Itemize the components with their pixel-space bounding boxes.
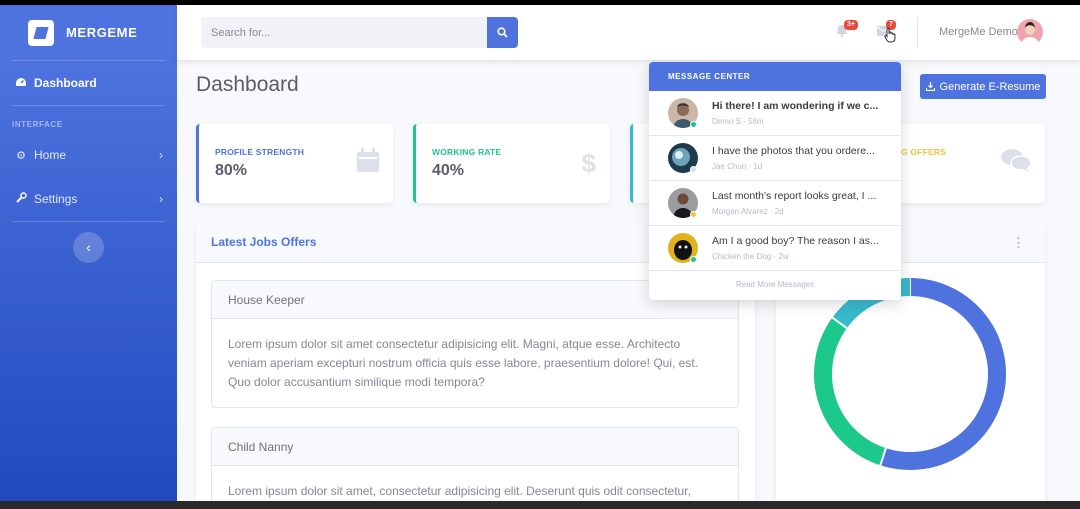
sidebar: MERGEME Dashboard INTERFACE ⚙ Home › Set… (0, 5, 177, 501)
search-group (201, 17, 518, 48)
message-center-dropdown: MESSAGE CENTER Hi there! I am wondering … (649, 62, 901, 300)
message-meta: Demo S · 58m (712, 117, 764, 126)
message-preview: Last month's report looks great, I ... (712, 190, 877, 202)
read-more-messages-link[interactable]: Read More Messages (649, 271, 901, 299)
sidebar-item-label: Home (34, 148, 67, 162)
status-indicator (690, 166, 697, 173)
sidebar-item-dashboard[interactable]: Dashboard (0, 61, 177, 105)
stat-card-profile-strength: PROFILE STRENGTH 80% (196, 124, 393, 203)
chevron-right-icon: › (159, 148, 163, 162)
user-name[interactable]: MergeMe Demo (939, 26, 1018, 38)
stat-card-hidden (630, 124, 650, 203)
message-preview: Hi there! I am wondering if we c... (712, 100, 879, 112)
brand-name: MERGEME (66, 25, 138, 40)
chevron-right-icon: › (159, 192, 163, 206)
message-preview: I have the photos that you ordere... (712, 145, 875, 157)
search-button[interactable] (487, 17, 518, 48)
donut-segment-0[interactable] (880, 278, 1006, 470)
generate-resume-label: Generate E-Resume (939, 80, 1041, 93)
wrench-icon (14, 192, 28, 206)
alerts-button[interactable]: 3+ (836, 20, 858, 40)
tachometer-icon (14, 77, 28, 90)
sidebar-toggle-button[interactable]: ‹ (73, 232, 104, 263)
alerts-badge: 3+ (844, 20, 858, 30)
message-item[interactable]: I have the photos that you ordere... Jae… (649, 136, 901, 181)
calendar-icon (357, 148, 379, 179)
sidebar-divider (12, 221, 165, 222)
app-frame: MERGEME Dashboard INTERFACE ⚙ Home › Set… (0, 5, 1080, 501)
topbar: 3+ 7 MergeMe Demo (177, 5, 1080, 60)
job-item[interactable]: Child Nanny Lorem ipsum dolor sit amet, … (211, 427, 739, 501)
cog-icon: ⚙ (16, 149, 26, 162)
brand-logo-icon (28, 19, 54, 46)
message-item[interactable]: Am I a good boy? The reason I as... Chic… (649, 226, 901, 271)
stat-label: G OFFERS (901, 147, 947, 157)
sidebar-heading: INTERFACE (12, 120, 63, 129)
message-item[interactable]: Last month's report looks great, I ... M… (649, 181, 901, 226)
message-center-header: MESSAGE CENTER (649, 62, 901, 91)
sidebar-item-label: Dashboard (34, 76, 97, 90)
user-avatar[interactable] (1017, 19, 1043, 45)
sidebar-item-home[interactable]: ⚙ Home › (0, 133, 177, 177)
stat-value: 80% (215, 162, 248, 179)
dollar-icon: $ (581, 148, 596, 178)
topbar-divider (917, 17, 918, 48)
job-description: Lorem ipsum dolor sit amet consectetur a… (228, 337, 699, 389)
page-title: Dashboard (196, 73, 299, 96)
job-description: Lorem ipsum dolor sit amet, consectetur … (228, 484, 691, 498)
status-indicator (690, 121, 697, 128)
message-meta: Morgan Alvarez · 2d (712, 207, 784, 216)
message-meta: Jae Chun · 1d (712, 162, 763, 171)
stat-value: 40% (432, 162, 465, 179)
message-meta: Chicken the Dog · 2w (712, 252, 789, 261)
search-input[interactable] (201, 17, 487, 48)
donut-segment-1[interactable] (814, 317, 887, 466)
message-preview: Am I a good boy? The reason I as... (712, 235, 879, 247)
search-icon (497, 27, 508, 38)
more-options-icon[interactable]: ⋮ (1012, 235, 1025, 251)
sidebar-item-settings[interactable]: Settings › (0, 177, 177, 221)
status-indicator (690, 256, 697, 263)
bottom-bar (0, 501, 1080, 509)
status-indicator (690, 211, 697, 218)
mouse-pointer-icon (884, 27, 896, 48)
stat-card-job-offers: G OFFERS (885, 124, 1045, 203)
stat-label: PROFILE STRENGTH (215, 147, 305, 157)
comments-icon (1001, 148, 1032, 179)
stat-label: WORKING RATE (432, 147, 502, 157)
stat-card-working-rate: WORKING RATE 40% $ (413, 124, 610, 203)
job-title: Child Nanny (212, 428, 738, 466)
brand[interactable]: MERGEME (0, 5, 177, 60)
generate-resume-button[interactable]: Generate E-Resume (920, 74, 1046, 99)
message-item[interactable]: Hi there! I am wondering if we c... Demo… (649, 91, 901, 136)
download-icon (925, 82, 935, 91)
sidebar-item-label: Settings (34, 192, 78, 206)
